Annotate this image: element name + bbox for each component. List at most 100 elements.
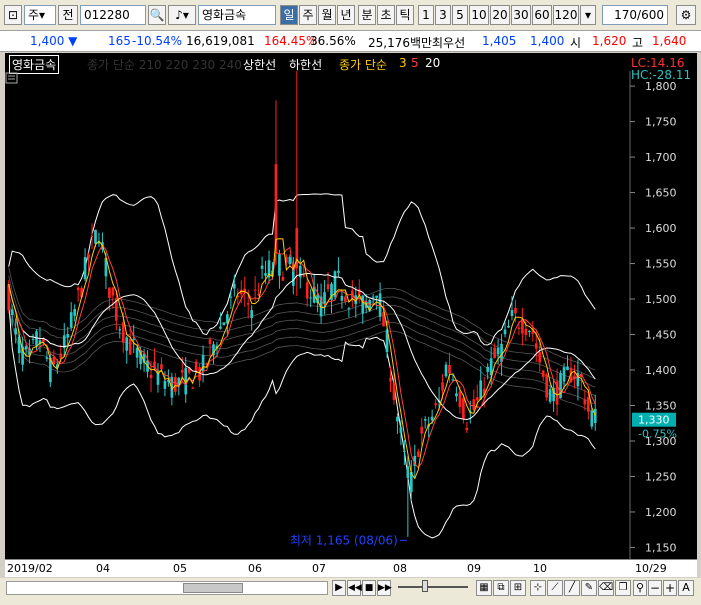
trend-icon[interactable]: ⟋: [547, 580, 563, 596]
candle-body: [514, 307, 517, 314]
candle-body: [69, 312, 73, 328]
line-tool-icon[interactable]: ╱: [564, 580, 580, 596]
display-count-input[interactable]: 170/600: [602, 5, 668, 25]
period-day[interactable]: 일: [280, 5, 298, 25]
candle-body: [260, 265, 264, 269]
forward-button[interactable]: ▶▶: [377, 580, 392, 596]
stock-name-field[interactable]: 영화금속: [198, 5, 276, 25]
candle-body: [538, 352, 542, 363]
zoom-search-icon[interactable]: ⚲: [633, 580, 647, 596]
search-icon[interactable]: 🔍: [148, 5, 166, 25]
stop-button[interactable]: ■: [362, 580, 376, 596]
settings-icon[interactable]: ⚙: [676, 5, 696, 25]
candle-body: [149, 374, 153, 379]
period-second[interactable]: 초: [377, 5, 395, 25]
candle-body: [87, 254, 90, 259]
period-month[interactable]: 월: [318, 5, 336, 25]
zoom-slider[interactable]: [398, 580, 468, 592]
horizontal-scrollbar[interactable]: [6, 581, 328, 595]
interval-10[interactable]: 10: [469, 5, 489, 25]
price-label: 1,550: [645, 258, 677, 271]
candle-body: [118, 329, 122, 331]
price-label: 1,600: [645, 222, 677, 235]
zoom-out-icon[interactable]: −: [648, 580, 662, 596]
trade-amount: 25,176백만: [368, 36, 433, 50]
candle-body: [246, 303, 250, 305]
price-value: 1,400: [30, 34, 65, 48]
candle-body: [423, 419, 427, 421]
zoom-in-icon[interactable]: +: [663, 580, 677, 596]
upper-band: [8, 193, 596, 346]
candle-body: [160, 364, 163, 370]
candle-body: [340, 295, 344, 301]
interval-5[interactable]: 5: [452, 5, 468, 25]
crosshair-icon[interactable]: ⊹: [530, 580, 546, 596]
x-axis: 2019/02 04 05 06 07 08 09 10 10/29: [5, 559, 697, 577]
price-label: 1,400: [645, 364, 677, 377]
long-ma-line: [8, 301, 596, 405]
grid-icon[interactable]: [5, 72, 18, 84]
candle-body: [337, 270, 340, 273]
chart-type-icon[interactable]: ⊡: [4, 5, 22, 25]
candle-body: [132, 338, 136, 340]
zoom-slider-handle[interactable]: [422, 580, 428, 592]
candle-body: [541, 370, 545, 377]
rewind-button[interactable]: ◀◀: [347, 580, 362, 596]
price-chart[interactable]: 영화금속 종가 단순 210 220 230 240 상한선 하한선 종가 단순…: [5, 53, 697, 577]
candle-body: [458, 391, 462, 408]
candle-body: [194, 361, 198, 372]
candle-body: [448, 364, 451, 374]
interval-3[interactable]: 3: [435, 5, 451, 25]
interval-60[interactable]: 60: [532, 5, 552, 25]
candle-body: [486, 366, 490, 372]
interval-30[interactable]: 30: [511, 5, 531, 25]
candle-body: [10, 309, 14, 315]
price-label: 1,800: [645, 80, 677, 93]
grid-toggle-icon[interactable]: ⊞: [510, 580, 526, 596]
candle-body: [14, 328, 18, 335]
candle-body: [135, 347, 139, 358]
candle-body: [375, 295, 378, 298]
current-price-label: 1,330: [638, 414, 670, 427]
market-select[interactable]: 주▾: [24, 5, 56, 25]
erase-icon[interactable]: ⌫: [598, 580, 614, 596]
open-label: 시: [570, 36, 582, 50]
period-tick[interactable]: 틱: [396, 5, 414, 25]
scroll-thumb[interactable]: [183, 583, 243, 593]
period-minute[interactable]: 분: [358, 5, 376, 25]
candle-body: [344, 296, 347, 302]
candle-body: [517, 327, 521, 329]
candle-body: [465, 427, 469, 431]
candle-body: [278, 254, 281, 276]
scroll-right-button[interactable]: ▶: [332, 580, 346, 596]
candle-body: [361, 295, 365, 314]
speaker-icon[interactable]: ♪▾: [168, 5, 196, 25]
candle-body: [191, 387, 195, 389]
x-tick: 06: [248, 562, 262, 575]
pencil-icon[interactable]: ✎: [581, 580, 597, 596]
candle-body: [173, 377, 177, 392]
layout-icon[interactable]: ▦: [476, 580, 492, 596]
auto-scale-button[interactable]: A: [678, 580, 694, 596]
code-input[interactable]: 012280: [80, 5, 146, 25]
candle-body: [416, 451, 420, 457]
candle-body: [347, 308, 351, 310]
candle-body: [493, 347, 496, 359]
interval-dropdown[interactable]: ▾: [580, 5, 596, 25]
long-ma-line: [8, 309, 596, 413]
interval-1[interactable]: 1: [418, 5, 434, 25]
candle-body: [31, 339, 35, 341]
interval-120[interactable]: 120: [553, 5, 579, 25]
candle-body: [298, 265, 302, 278]
best-ask: 1,405: [482, 34, 517, 48]
window-icon[interactable]: ❐: [615, 580, 631, 596]
x-tick: 08: [393, 562, 407, 575]
period-week[interactable]: 주: [299, 5, 317, 25]
period-year[interactable]: 년: [337, 5, 355, 25]
candle-body: [403, 450, 406, 452]
copy-icon[interactable]: ⧉: [493, 580, 509, 596]
candle-body: [496, 348, 500, 355]
interval-20[interactable]: 20: [490, 5, 510, 25]
candle-body: [73, 309, 77, 316]
prev-button[interactable]: 전: [58, 5, 78, 25]
